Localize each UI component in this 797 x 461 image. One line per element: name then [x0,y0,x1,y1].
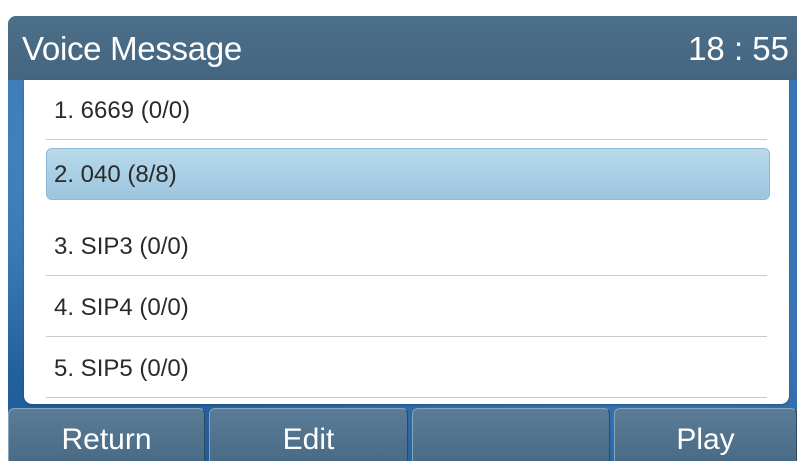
edit-softkey-label: Edit [282,423,335,456]
softkey-bar: Return Edit Play [8,408,797,461]
list-item-4[interactable]: 4. SIP4 (0/0) [24,277,789,337]
list-divider [46,139,767,140]
edit-softkey[interactable]: Edit [209,408,408,461]
list-item-label: 3. SIP3 (0/0) [54,233,189,260]
title-bar: Voice Message 18 : 55 [8,16,797,80]
phone-screen: Voice Message 18 : 55 1. 6669 (0/0) 2. 0… [8,16,797,461]
return-softkey[interactable]: Return [8,408,205,461]
list-item-3[interactable]: 3. SIP3 (0/0) [24,216,789,276]
voice-message-list: 1. 6669 (0/0) 2. 040 (8/8) 3. SIP3 (0/0)… [24,80,789,404]
empty-softkey[interactable] [412,408,610,461]
list-item-5[interactable]: 5. SIP5 (0/0) [24,338,789,398]
list-item-2[interactable]: 2. 040 (8/8) [24,148,789,200]
list-item-1[interactable]: 1. 6669 (0/0) [24,80,789,140]
list-divider [46,275,767,276]
play-softkey-label: Play [676,423,735,456]
list-item-label: 5. SIP5 (0/0) [54,355,189,382]
list-item-label: 2. 040 (8/8) [54,161,177,188]
list-divider [46,336,767,337]
play-softkey[interactable]: Play [614,408,797,461]
list-divider [46,397,767,398]
clock-time: 18 : 55 [688,30,789,67]
list-item-label: 1. 6669 (0/0) [54,97,191,124]
return-softkey-label: Return [61,423,152,456]
list-item-label: 4. SIP4 (0/0) [54,294,189,321]
screen-title: Voice Message [22,30,242,67]
